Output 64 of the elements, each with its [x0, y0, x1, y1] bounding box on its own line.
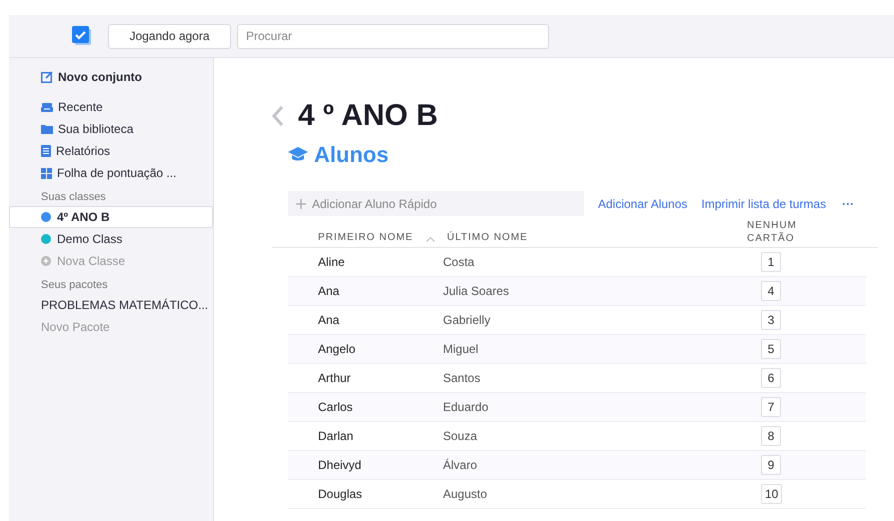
sidebar-nav-item[interactable]: Folha de pontuação ... [9, 162, 213, 184]
packages-heading: Seus pacotes [40, 278, 109, 293]
plus-circle-icon [41, 256, 51, 266]
action-link[interactable]: Imprimir lista de turmas [701, 194, 826, 212]
card-number-badge: 8 [761, 426, 781, 446]
first-name-cell-text: Angelo [318, 341, 356, 358]
card-number-badge: 1 [761, 252, 781, 272]
quick-add-input[interactable]: Adicionar Aluno Rápido [312, 194, 576, 212]
new-set-link[interactable]: Novo conjunto [9, 68, 213, 86]
plus-icon [296, 198, 306, 208]
card-number-badge: 9 [761, 455, 781, 475]
first-name-cell-text: Carlos [318, 399, 354, 416]
card-number-badge: 3 [761, 310, 781, 330]
first-name-cell-text: Arthur [318, 370, 352, 387]
classes-heading: Suas classes [40, 190, 107, 205]
class-item[interactable]: 4º ANO B [9, 206, 213, 228]
class-title: 4 º ANO B [298, 98, 438, 134]
sort-caret-icon [426, 237, 435, 242]
first-name-cell-text: Dheivyd [318, 457, 362, 474]
edit-icon [41, 71, 53, 83]
sidebar-nav-item[interactable]: Relatórios [9, 140, 213, 162]
last-name-cell-text: Miguel [443, 341, 480, 358]
search-field[interactable]: Procurar [237, 24, 549, 48]
first-name-cell-text: Douglas [318, 486, 364, 503]
now-playing-button[interactable]: Jogando agora [108, 24, 231, 48]
document-icon [41, 145, 51, 157]
quick-add-field[interactable]: Adicionar Aluno Rápido [288, 191, 584, 216]
package-item[interactable]: PROBLEMAS MATEMÁTICO... [9, 294, 213, 316]
first-name-cell-text: Ana [318, 312, 340, 329]
first-name-cell-text: Darlan [318, 428, 354, 445]
student-row[interactable]: Angelo Miguel 5 [288, 335, 866, 364]
graduation-cap-icon [288, 147, 308, 162]
card-number-badge: 6 [761, 368, 781, 388]
last-name-cell-text: Souza [443, 428, 478, 445]
tray-icon [41, 102, 53, 112]
student-row[interactable]: Dheivyd Álvaro 9 [288, 451, 866, 480]
card-number-badge: 10 [761, 484, 782, 504]
card-number-badge: 7 [761, 397, 781, 417]
sidebar-nav-item[interactable]: Sua biblioteca [9, 118, 213, 140]
card-number-badge: 5 [761, 339, 781, 359]
class-item[interactable]: Demo Class [9, 228, 213, 250]
last-name-cell-text: Augusto [443, 486, 488, 503]
last-name-cell-text: Santos [443, 370, 482, 387]
more-menu-button[interactable]: ··· [842, 194, 854, 212]
sidebar-nav-item[interactable]: Recente [9, 96, 213, 118]
last-name-cell-text: Gabrielly [443, 312, 492, 329]
last-name-cell-text: Julia Soares [443, 283, 510, 300]
student-row[interactable]: Carlos Eduardo 7 [288, 393, 866, 422]
back-chevron-icon[interactable] [272, 105, 284, 127]
card-number-badge: 4 [761, 281, 781, 301]
last-name-cell-text: Costa [443, 254, 476, 271]
first-name-cell-text: Ana [318, 283, 340, 300]
column-header[interactable]: PRIMEIRO NOME [318, 230, 426, 245]
student-row[interactable]: Ana Julia Soares 4 [288, 277, 866, 306]
last-name-cell-text: Álvaro [443, 457, 478, 474]
first-name-cell-text: Aline [318, 254, 346, 271]
column-header[interactable]: NENHUM CARTÃO [747, 219, 807, 245]
action-link[interactable]: Adicionar Alunos [598, 194, 688, 212]
column-header[interactable]: ÚLTIMO NOME [447, 230, 747, 245]
section-title: Alunos [314, 141, 389, 169]
last-name-cell-text: Eduardo [443, 399, 490, 416]
grid-icon [41, 168, 52, 178]
checkbox-app-icon [72, 26, 92, 46]
folder-icon [41, 124, 53, 134]
